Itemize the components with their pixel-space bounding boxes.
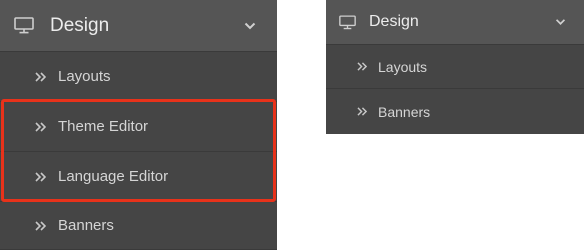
- menu-item-theme-editor[interactable]: Theme Editor: [0, 102, 277, 152]
- double-chevron-right-icon: [35, 121, 46, 132]
- double-chevron-right-icon: [35, 71, 46, 82]
- menu-item-layouts[interactable]: Layouts: [326, 45, 584, 89]
- monitor-icon: [14, 17, 34, 34]
- design-menu-collapsed: Design Layouts Banners: [326, 0, 584, 134]
- design-menu-expanded: Design Layouts Theme Editor Language Edi…: [0, 0, 277, 250]
- chevron-down-icon[interactable]: [244, 22, 256, 30]
- design-menu-title: Design: [50, 14, 110, 36]
- design-menu-header[interactable]: Design: [0, 0, 277, 52]
- menu-item-label: Layouts: [378, 58, 428, 75]
- menu-item-banners[interactable]: Banners: [0, 202, 277, 250]
- design-menu-header[interactable]: Design: [326, 0, 584, 45]
- menu-item-label: Banners: [58, 217, 114, 234]
- menu-item-label: Theme Editor: [58, 118, 149, 135]
- menu-item-label: Banners: [378, 103, 431, 120]
- double-chevron-right-icon: [357, 62, 367, 71]
- double-chevron-right-icon: [35, 171, 46, 182]
- menu-item-label: Layouts: [58, 68, 111, 85]
- chevron-down-icon[interactable]: [555, 19, 566, 26]
- double-chevron-right-icon: [357, 107, 367, 116]
- double-chevron-right-icon: [35, 220, 46, 231]
- menu-item-language-editor[interactable]: Language Editor: [0, 152, 277, 202]
- monitor-icon: [339, 14, 356, 29]
- menu-item-banners[interactable]: Banners: [326, 89, 584, 134]
- menu-item-label: Language Editor: [58, 168, 169, 185]
- menu-item-layouts[interactable]: Layouts: [0, 52, 277, 102]
- design-menu-title: Design: [369, 13, 419, 30]
